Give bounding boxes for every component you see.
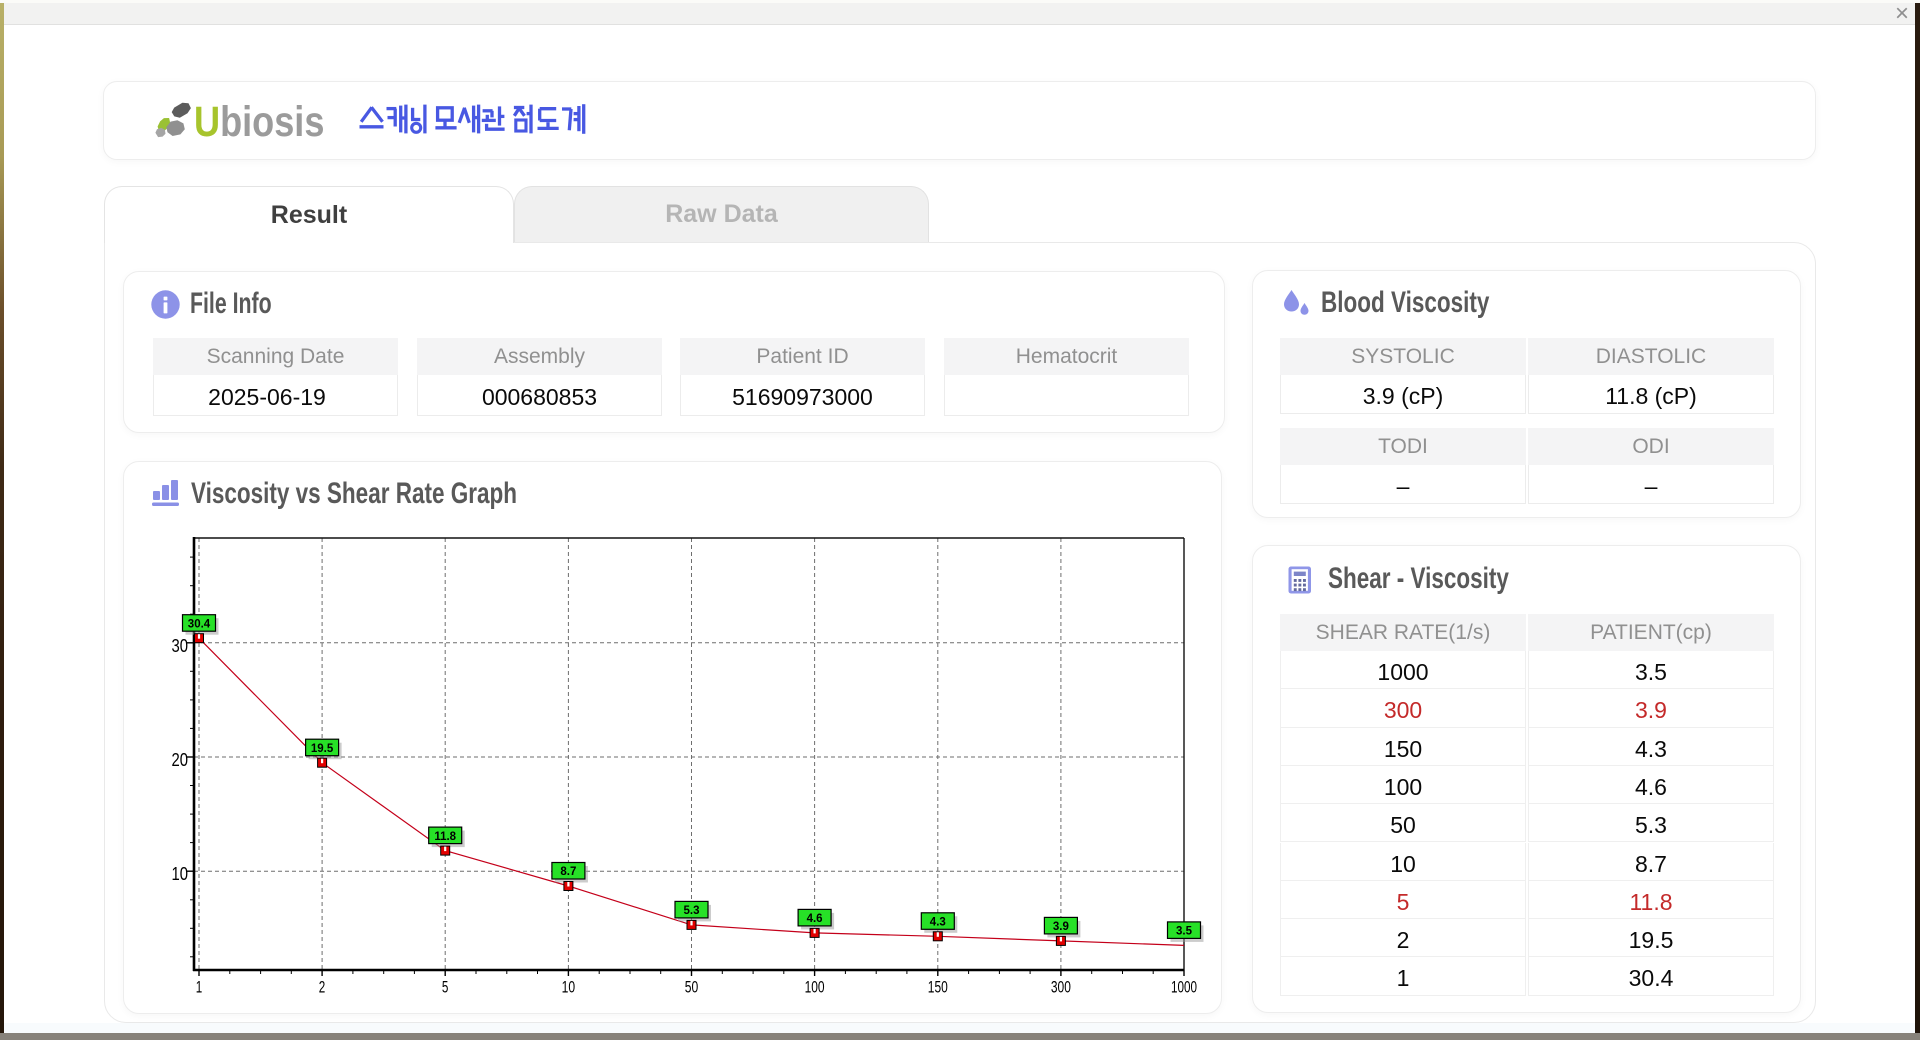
svg-text:19.5: 19.5 — [311, 743, 334, 755]
svg-text:8.7: 8.7 — [560, 866, 576, 878]
svg-text:3.9: 3.9 — [1053, 921, 1069, 933]
svg-text:20: 20 — [172, 750, 189, 770]
svg-text:2: 2 — [319, 978, 326, 997]
svg-text:10: 10 — [172, 864, 189, 884]
svg-text:1000: 1000 — [1171, 978, 1197, 997]
svg-text:5: 5 — [442, 978, 449, 997]
svg-text:30.4: 30.4 — [188, 618, 211, 630]
svg-text:3.5: 3.5 — [1176, 926, 1193, 938]
svg-text:1: 1 — [196, 978, 203, 997]
svg-text:10: 10 — [562, 978, 576, 997]
svg-text:5.3: 5.3 — [684, 905, 700, 917]
svg-text:4.3: 4.3 — [930, 917, 946, 929]
svg-text:11.8: 11.8 — [434, 831, 456, 843]
svg-text:30: 30 — [172, 636, 189, 656]
svg-text:300: 300 — [1051, 978, 1071, 997]
svg-text:Ubiosis: Ubiosis — [194, 98, 324, 146]
svg-text:4.6: 4.6 — [807, 913, 823, 925]
svg-text:150: 150 — [928, 978, 948, 997]
svg-text:100: 100 — [805, 978, 825, 997]
svg-text:50: 50 — [685, 978, 699, 997]
